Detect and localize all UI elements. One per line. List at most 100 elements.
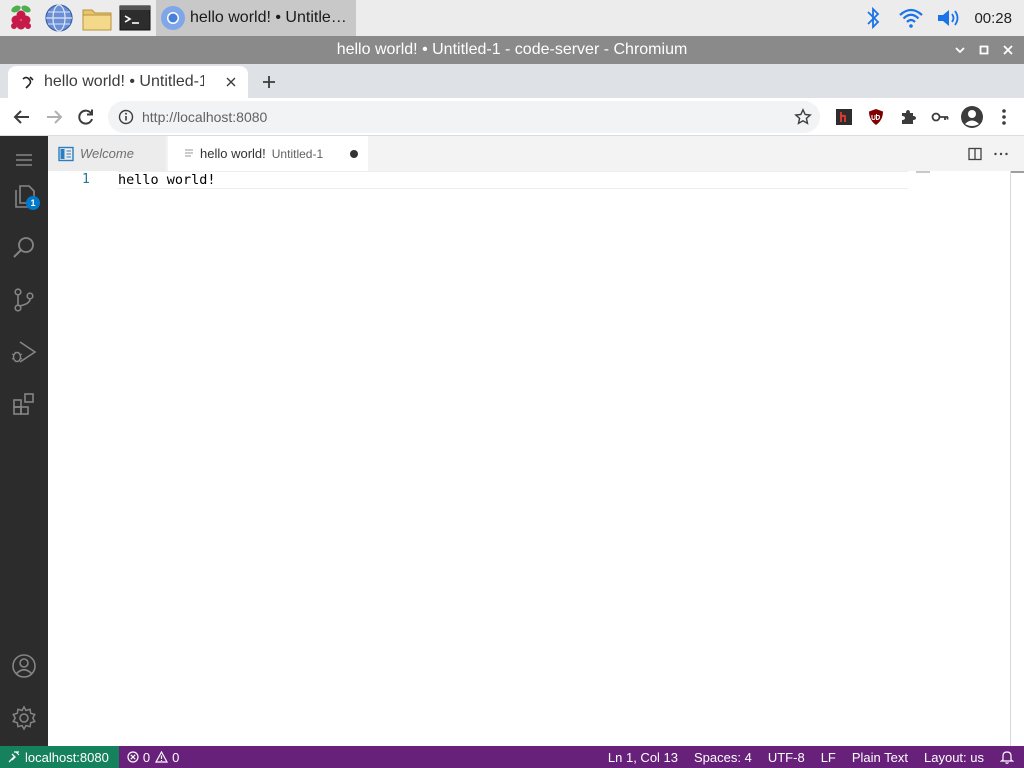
window-menu-button[interactable] xyxy=(948,36,972,64)
forward-button[interactable] xyxy=(38,101,70,133)
window-maximize-button[interactable] xyxy=(972,36,996,64)
key-icon xyxy=(931,112,949,122)
error-icon xyxy=(127,751,139,763)
unsaved-changes-dot-icon[interactable] xyxy=(350,150,358,158)
hamburger-menu-icon xyxy=(16,154,32,166)
accounts-button[interactable] xyxy=(0,642,48,690)
extensions-view-button[interactable] xyxy=(0,380,48,428)
taskbar-window-label: hello world! • Untitled-1 - code-server … xyxy=(190,9,350,26)
browser-menu-button[interactable] xyxy=(988,101,1020,133)
run-and-debug-button[interactable] xyxy=(0,328,48,376)
text-editor[interactable]: 1 hello world! xyxy=(48,171,1024,746)
keyboard-layout[interactable]: Layout: us xyxy=(916,746,992,768)
browser-tab-code-server[interactable]: hello world! • Untitled-1 - code-server xyxy=(8,66,248,98)
text-file-icon xyxy=(185,149,193,156)
browser-tab-close-button[interactable] xyxy=(222,73,240,91)
code-line[interactable]: hello world! xyxy=(118,171,216,189)
gear-icon xyxy=(12,705,36,731)
h-extension-icon xyxy=(836,109,852,125)
notifications-button[interactable] xyxy=(992,746,1024,768)
language-mode[interactable]: Plain Text xyxy=(844,746,916,768)
account-icon xyxy=(12,654,36,678)
search-icon xyxy=(13,237,34,258)
editor-tab-bar: Welcome hello world! Untitled-1 xyxy=(48,136,1024,171)
warning-icon xyxy=(155,751,169,763)
terminal-launcher-icon[interactable] xyxy=(118,1,152,35)
clock[interactable]: 00:28 xyxy=(968,10,1024,27)
end-of-line-sequence[interactable]: LF xyxy=(813,746,844,768)
arrow-left-icon xyxy=(13,109,29,124)
activity-bar: 1 xyxy=(0,136,48,746)
extension-h-button[interactable] xyxy=(828,101,860,133)
more-actions-button[interactable] xyxy=(988,141,1014,167)
split-editor-button[interactable] xyxy=(962,141,988,167)
tab-untitled-1-description: Untitled-1 xyxy=(271,146,324,161)
volume-icon[interactable] xyxy=(930,0,968,36)
plus-icon xyxy=(263,76,275,88)
remote-icon xyxy=(8,751,20,763)
source-control-icon xyxy=(14,288,34,312)
explorer-badge: 1 xyxy=(26,196,40,210)
more-horizontal-icon xyxy=(994,152,1008,155)
overview-ruler-cursor-mark xyxy=(1011,171,1024,173)
current-line-highlight xyxy=(118,171,908,189)
run-debug-icon xyxy=(11,341,37,363)
more-vertical-icon xyxy=(1002,109,1006,125)
welcome-page-icon xyxy=(58,146,74,161)
tab-untitled-1-label: hello world! xyxy=(200,146,266,161)
code-server-favicon-icon xyxy=(22,76,34,89)
window-title: hello world! • Untitled-1 - code-server … xyxy=(336,41,688,58)
split-editor-icon xyxy=(968,147,982,160)
search-button[interactable] xyxy=(0,224,48,272)
ublock-origin-button[interactable] xyxy=(860,101,892,133)
source-control-button[interactable] xyxy=(0,276,48,324)
browser-toolbar: http://localhost:8080 xyxy=(0,98,1024,136)
problems-indicator[interactable]: 0 0 xyxy=(119,746,187,768)
cursor-position[interactable]: Ln 1, Col 13 xyxy=(600,746,686,768)
account-circle-icon xyxy=(961,106,983,128)
window-title-bar[interactable]: hello world! • Untitled-1 - code-server … xyxy=(0,36,1024,64)
bluetooth-icon[interactable] xyxy=(854,0,892,36)
passwords-button[interactable] xyxy=(924,101,956,133)
new-tab-button[interactable] xyxy=(256,70,282,94)
address-bar[interactable]: http://localhost:8080 xyxy=(108,101,820,133)
profile-button[interactable] xyxy=(956,101,988,133)
bookmark-star-icon[interactable] xyxy=(794,108,812,126)
web-browser-launcher-icon[interactable] xyxy=(42,1,76,35)
browser-tab-title: hello world! • Untitled-1 - code-server xyxy=(44,73,204,90)
extensions-button[interactable] xyxy=(892,101,924,133)
chevron-down-icon xyxy=(955,47,965,54)
status-bar: localhost:8080 0 0 Ln 1, Col 13 Spaces: … xyxy=(0,746,1024,768)
reload-button[interactable] xyxy=(70,101,102,133)
warning-count: 0 xyxy=(172,749,180,765)
line-number: 1 xyxy=(82,172,90,187)
window-close-button[interactable] xyxy=(996,36,1020,64)
indentation-setting[interactable]: Spaces: 4 xyxy=(686,746,760,768)
tab-welcome[interactable]: Welcome xyxy=(48,136,166,171)
raspberry-menu-icon[interactable] xyxy=(4,1,38,35)
reload-icon xyxy=(78,109,93,125)
file-encoding[interactable]: UTF-8 xyxy=(760,746,813,768)
remote-label: localhost:8080 xyxy=(25,749,109,765)
tab-untitled-1[interactable]: hello world! Untitled-1 xyxy=(168,136,368,171)
extensions-icon xyxy=(13,393,34,415)
close-icon xyxy=(1003,45,1013,55)
close-icon xyxy=(226,77,236,87)
remote-indicator[interactable]: localhost:8080 xyxy=(0,746,119,768)
minimap[interactable] xyxy=(916,171,930,173)
explorer-button[interactable]: 1 xyxy=(0,172,48,220)
editor-vertical-scrollbar[interactable] xyxy=(1010,171,1024,746)
tab-welcome-label: Welcome xyxy=(80,146,134,161)
taskbar-window-chromium[interactable]: hello world! • Untitled-1 - code-server … xyxy=(156,0,356,36)
wifi-icon[interactable] xyxy=(892,0,930,36)
info-icon[interactable] xyxy=(118,109,134,125)
os-taskbar: hello world! • Untitled-1 - code-server … xyxy=(0,0,1024,36)
back-button[interactable] xyxy=(6,101,38,133)
maximize-icon xyxy=(979,45,989,55)
manage-button[interactable] xyxy=(0,694,48,742)
file-manager-launcher-icon[interactable] xyxy=(80,1,114,35)
address-url[interactable]: http://localhost:8080 xyxy=(142,109,267,125)
ublock-shield-icon xyxy=(869,109,883,125)
arrow-right-icon xyxy=(47,109,63,124)
error-count: 0 xyxy=(142,749,151,765)
